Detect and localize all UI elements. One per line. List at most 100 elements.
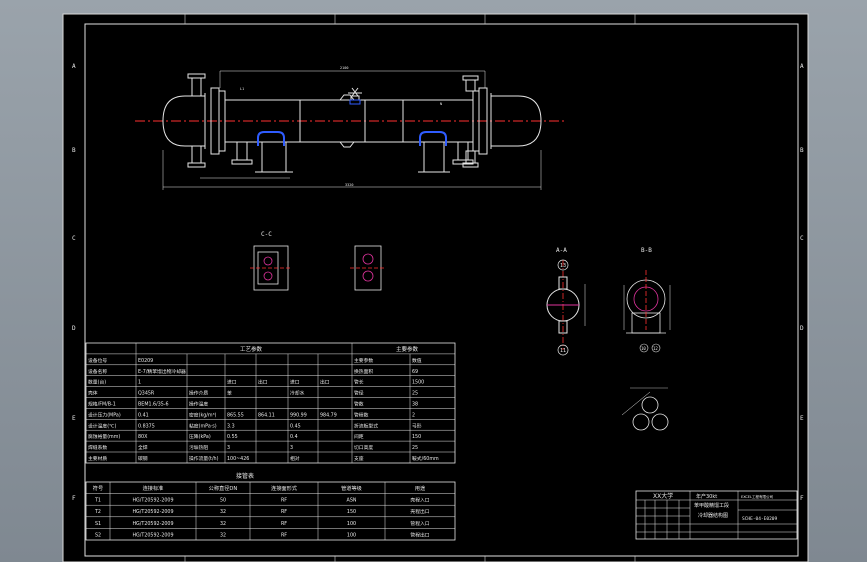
border-letter: C [800, 235, 804, 242]
spec-cell: 焊缝系数 [88, 444, 107, 451]
spec-cell: 984.79 [320, 412, 337, 418]
spec-cell: 1500 [412, 380, 424, 386]
spec-header: 工艺参数 [240, 345, 263, 353]
spec-cell: 规格/FM/B-1 [88, 401, 116, 408]
nozzle-cell: T1 [94, 498, 101, 504]
spec-cell: 主要参数 [354, 357, 373, 364]
border-letter: D [800, 325, 804, 332]
nozzle-cell: 32 [220, 521, 226, 527]
nozzle-header: 用途 [415, 484, 426, 492]
spec-cell: 操作流量(t/h) [189, 455, 219, 462]
spec-cell: 864.11 [258, 412, 275, 418]
border-letter: F [72, 495, 76, 502]
spec-cell: 管径 [354, 390, 364, 397]
spec-cell: 设计压力(MPa) [88, 411, 121, 418]
spec-cell: 苯 [227, 390, 232, 397]
spec-cell: 粘度(mPa·s) [189, 422, 217, 429]
nozzle-callout: 10 [641, 346, 646, 351]
spec-cell: 相对 [290, 455, 300, 462]
spec-cell: 3.3 [227, 423, 235, 429]
spec-cell: 0.4 [290, 434, 298, 440]
spec-cell: 换热面积 [354, 368, 373, 375]
cad-viewport[interactable]: A B C D E F A B C D E F 2100 3320 L1 N C… [0, 0, 867, 562]
nozzle-table-title: 接管表 [236, 472, 254, 480]
spec-cell: Q345R [138, 391, 155, 397]
border-letter: C [72, 235, 76, 242]
spec-cell: 管长 [354, 379, 364, 386]
spec-cell: 切口高度 [354, 444, 373, 451]
spec-cell: 出口 [320, 379, 330, 386]
nozzle-header: 符号 [93, 484, 103, 492]
nozzle-cell: HG/T20592-2009 [132, 498, 173, 504]
border-letter: D [72, 325, 76, 332]
nozzle-cell: S2 [95, 532, 101, 538]
spec-cell: 0.55 [227, 434, 238, 440]
svg-text:3320: 3320 [345, 183, 353, 187]
nozzle-cell: RF [281, 509, 287, 515]
spec-cell: 污垢热阻 [189, 444, 208, 451]
section-label-bb: B-B [641, 247, 652, 254]
spec-cell: 设备位号 [88, 357, 107, 364]
spec-cell: 进口 [227, 379, 237, 386]
spec-cell: 80X [138, 434, 148, 440]
svg-text:L1: L1 [240, 87, 244, 91]
spec-header: 主要参数 [396, 345, 419, 353]
spec-cell: 密度(kg/m³) [189, 411, 217, 418]
spec-cell: 弓形 [412, 422, 422, 429]
spec-cell: 设计温度(℃) [88, 422, 116, 429]
nozzle-cell: 100 [347, 521, 356, 527]
drawing-sheet: A B C D E F A B C D E F 21003320 L1N C-C… [62, 13, 809, 562]
nozzle-cell: 32 [220, 532, 226, 538]
nozzle-cell: ASN [347, 498, 357, 504]
section-label-cc: C-C [261, 231, 272, 238]
nozzle-cell: 管程入口 [410, 520, 429, 527]
spec-cell: E-7/精苯馏出物冷却器 [138, 368, 186, 375]
spec-cell: 壳体 [88, 390, 98, 397]
spec-cell: BEM1.6/35-6 [138, 402, 169, 408]
nozzle-header: 管道等级 [341, 484, 362, 492]
spec-cell: 操作介质 [189, 390, 208, 397]
title-line-1: 年产30kt [696, 493, 717, 500]
spec-cell: 设备名称 [88, 368, 107, 375]
border-letter: E [72, 415, 76, 422]
spec-cell: 出口 [258, 379, 268, 386]
spec-cell: 间距 [354, 433, 364, 440]
nozzle-header: 连接标准 [143, 484, 164, 492]
spec-cell: 折流板型式 [354, 422, 378, 429]
school-name: XX大学 [653, 492, 673, 500]
drawing-number: SCHE-04-E0209 [742, 516, 778, 522]
spec-cell: 支座 [354, 455, 364, 462]
spec-cell: 25 [412, 391, 418, 397]
spec-cell: 腐蚀裕量(mm) [88, 433, 120, 440]
spec-cell: 数量(台) [88, 379, 106, 386]
spec-cell: 990.99 [290, 412, 307, 418]
nozzle-cell: 100 [347, 532, 356, 538]
spec-cell: 3 [227, 445, 230, 451]
border-letter: F [800, 495, 804, 502]
nozzle-cell: RF [281, 521, 287, 527]
border-letter: A [72, 63, 76, 70]
spec-cell: 2 [412, 412, 415, 418]
nozzle-cell: 50 [220, 498, 226, 504]
spec-cell: 38 [412, 402, 418, 408]
nozzle-cell: 150 [347, 509, 356, 515]
spec-cell: 1 [138, 380, 141, 386]
nozzle-cell: 壳程出口 [410, 508, 429, 515]
nozzle-header: 连接面形式 [271, 484, 298, 492]
spec-cell: 碳钢 [138, 455, 148, 462]
border-letter: B [800, 147, 804, 154]
spec-cell: 压降(kPa) [189, 433, 211, 440]
spec-cell: 数值 [412, 357, 422, 364]
spec-cell: 鞍式/60mm [412, 455, 439, 462]
spec-cell: 0.45 [290, 423, 301, 429]
nozzle-cell: HG/T20592-2009 [132, 532, 173, 538]
title-line-3: 冷却器结构图 [698, 512, 728, 519]
spec-cell: 全焊 [138, 444, 148, 451]
nozzle-cell: 壳程入口 [410, 497, 429, 504]
spec-cell: 69 [412, 369, 418, 375]
svg-text:N: N [440, 102, 442, 106]
nozzle-cell: 管程出口 [410, 531, 429, 538]
svg-text:2100: 2100 [340, 66, 348, 70]
border-letter: B [72, 147, 76, 154]
spec-cell: 冷却水 [290, 390, 305, 397]
